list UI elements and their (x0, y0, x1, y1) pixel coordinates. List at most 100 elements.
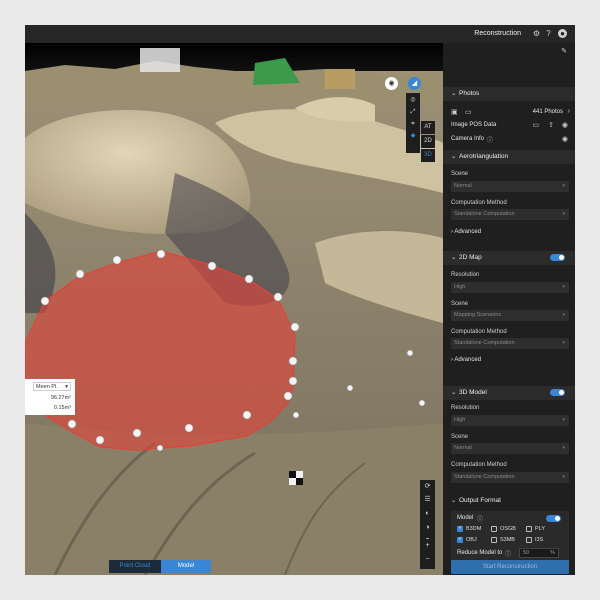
chevron-down-icon: ⌄ (451, 153, 457, 160)
model3d-resolution-label: Resolution (451, 405, 480, 411)
eye-icon[interactable]: ◉ (562, 121, 568, 129)
map2d-advanced-label: Advanced (454, 357, 482, 363)
start-reconstruction-button[interactable]: Start Reconstruction (451, 560, 569, 574)
eye-icon[interactable]: ◉ (562, 135, 568, 143)
photos-section-header[interactable]: ⌄ Photos (443, 87, 575, 101)
output-header-label: Output Format (459, 497, 501, 504)
cube-icon[interactable]: ◆ (406, 129, 420, 141)
map2d-resolution-value: High (454, 284, 466, 290)
upload-icon[interactable]: ⇪ (548, 121, 554, 129)
format-i3s-checkbox[interactable] (526, 537, 532, 543)
user-avatar-icon[interactable]: ● (558, 29, 567, 38)
format-obj-checkbox[interactable] (457, 536, 463, 543)
model-button[interactable]: Model (161, 560, 211, 573)
camera-icon[interactable]: ◉ (385, 77, 398, 90)
chevron-down-icon: ⌄ (451, 90, 457, 97)
chevron-down-icon: ⌄ (451, 254, 457, 261)
format-b3dm-checkbox[interactable] (457, 525, 463, 532)
format-s3mb-checkbox[interactable] (491, 537, 497, 543)
model3d-header-label: 3D Model (459, 389, 487, 396)
reduce-model-unit: % (550, 550, 555, 556)
format-osgb-checkbox[interactable] (491, 526, 497, 532)
photos-header-label: Photos (459, 90, 480, 97)
map2d-resolution-select[interactable]: High ▾ (451, 282, 569, 293)
image-pos-label: Image POS Data (451, 122, 497, 128)
at-scene-value: Normal (454, 183, 472, 189)
mode-3d[interactable]: 3D (421, 149, 435, 162)
format-osgb-label: OSGB (500, 526, 516, 532)
model-label: Model (457, 515, 474, 521)
measure-area: 96.27m² (50, 395, 71, 401)
reduce-model-label: Reduce Model to (457, 550, 503, 556)
gear-icon[interactable]: ⚙ (532, 29, 541, 38)
measure-angle-icon[interactable]: ◢ (408, 77, 421, 90)
mode-at[interactable]: AT (421, 121, 435, 134)
model3d-resolution-select[interactable]: High ▾ (451, 415, 569, 426)
map2d-method-select[interactable]: Standalone Computation ▾ (451, 338, 569, 349)
model3d-resolution-value: High (454, 417, 466, 423)
help-icon[interactable]: ? (544, 29, 553, 38)
crop-icon[interactable]: ⌗ (406, 117, 420, 129)
format-ply-checkbox[interactable] (526, 526, 532, 532)
map2d-method-value: Standalone Computation (454, 340, 515, 346)
measure-popup: Meen Pl. ▾ 96.27m² 0.15m³ (25, 379, 75, 415)
at-method-value: Standalone Computation (454, 211, 515, 217)
settings-panel: ✎ ⌄ Photos ▣ ▭ 441 Photos › Image POS Dat… (443, 43, 575, 575)
zoom-in-button[interactable]: + (420, 539, 435, 553)
info-icon[interactable]: ⓘ (505, 549, 511, 558)
reduce-model-input[interactable]: 50 % (519, 548, 559, 558)
chevron-down-icon: ⌄ (451, 389, 457, 396)
view-mode-toggle: Point Cloud Model (109, 560, 211, 573)
layers-icon[interactable]: ☰ (420, 493, 435, 507)
map2d-toggle[interactable] (550, 254, 565, 261)
aerotriangulation-header-label: Aerotriangulation (459, 153, 509, 160)
model3d-scene-select[interactable]: Normal ▾ (451, 443, 569, 454)
zoom-out-button[interactable]: − (420, 553, 435, 567)
folder-icon[interactable]: ▭ (465, 108, 472, 116)
format-i3s-label: I3S (535, 537, 544, 543)
output-model-toggle[interactable] (546, 515, 561, 522)
rotate-icon: ⟳ (424, 483, 431, 490)
point-cloud-button[interactable]: Point Cloud (109, 560, 161, 573)
app-window: Reconstruction ⚙ ? ● ◉ ◢ ◎ ⤢ ⌗ ◆ AT 2D 3… (25, 25, 575, 575)
expand-icon[interactable]: ⤢ (406, 105, 420, 117)
aerotriangulation-section-header[interactable]: ⌄ Aerotriangulation (443, 150, 575, 164)
format-ply-label: PLY (535, 526, 545, 532)
photo-count[interactable]: 441 Photos (533, 109, 563, 115)
contrast-icon[interactable]: ◐ (420, 507, 435, 521)
map2d-advanced-toggle[interactable]: › Advanced (451, 357, 481, 363)
info-icon[interactable]: ⓘ (477, 514, 483, 523)
model3d-method-value: Standalone Computation (454, 474, 515, 480)
folder-open-icon[interactable]: ▭ (532, 121, 539, 129)
info-icon[interactable]: ⓘ (487, 135, 493, 144)
zoom-controls: + − (420, 539, 435, 569)
map2d-header-label: 2D Map (459, 254, 482, 261)
mode-2d[interactable]: 2D (421, 135, 435, 148)
target-icon[interactable]: ◎ (406, 93, 420, 105)
output-section-header[interactable]: ⌄ Output Format (443, 494, 575, 508)
edit-icon[interactable]: ✎ (561, 47, 567, 55)
format-b3dm-label: B3DM (466, 526, 482, 532)
map2d-method-label: Computation Method (451, 329, 507, 335)
camera-info-label: Camera Info (451, 136, 485, 142)
measure-mode-select[interactable]: Meen Pl. ▾ (33, 382, 71, 391)
at-advanced-toggle[interactable]: › Advanced (451, 229, 481, 235)
model3d-method-select[interactable]: Standalone Computation ▾ (451, 472, 569, 483)
map2d-scene-label: Scene (451, 301, 469, 307)
at-method-select[interactable]: Standalone Computation ▾ (451, 209, 569, 220)
reduce-model-value: 50 (523, 550, 530, 556)
map2d-scene-value: Mapping Scenarios (454, 312, 502, 318)
model-viewport[interactable]: ◉ ◢ ◎ ⤢ ⌗ ◆ AT 2D 3D Meen Pl. ▾ 96.27m² 0… (25, 43, 443, 575)
rotate-tool[interactable]: ⟳ (420, 480, 435, 493)
at-method-label: Computation Method (451, 200, 507, 206)
map2d-scene-select[interactable]: Mapping Scenarios ▾ (451, 310, 569, 321)
map2d-resolution-label: Resolution (451, 272, 480, 278)
top-bar: Reconstruction ⚙ ? ● (25, 25, 575, 43)
shade-icon[interactable]: ◑ (420, 521, 435, 535)
model3d-toggle[interactable] (550, 389, 565, 396)
image-icon[interactable]: ▣ (451, 108, 458, 116)
terrain-scene (25, 43, 443, 575)
chevron-right-icon[interactable]: › (568, 108, 570, 115)
measure-mode-label: Meen Pl. (36, 384, 58, 390)
at-scene-select[interactable]: Normal ▾ (451, 181, 569, 192)
